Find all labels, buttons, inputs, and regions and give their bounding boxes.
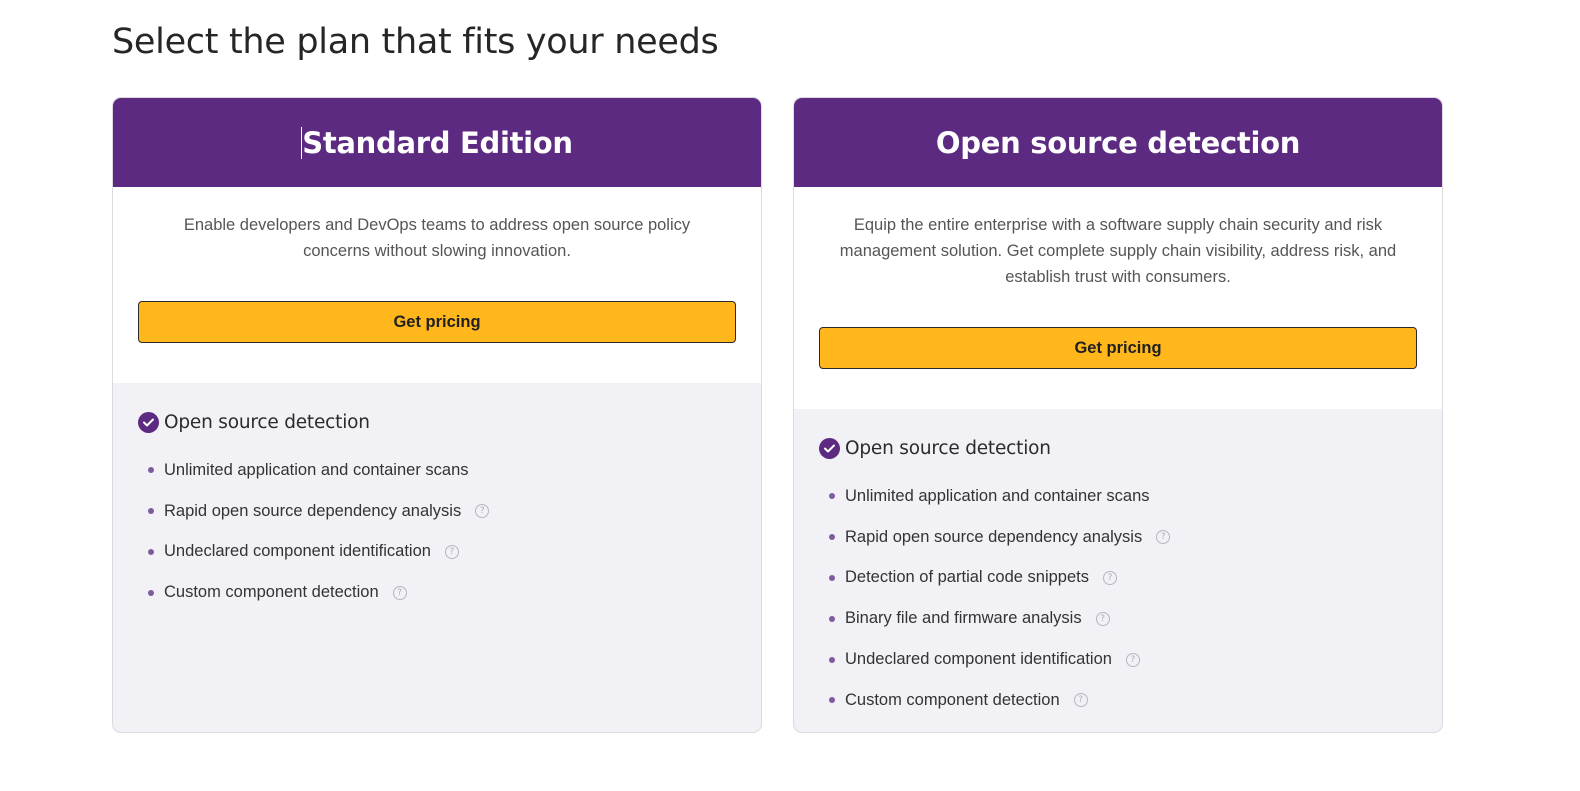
feature-item: Detection of partial code snippets ? [819,558,1417,599]
check-circle-icon [138,411,159,433]
page-title: Select the plan that fits your needs [112,22,719,62]
feature-item: Custom component detection ? [819,680,1417,721]
question-circle-icon[interactable]: ? [1095,611,1110,626]
bullet-dot [148,589,154,596]
plan-card-summary: Equip the entire enterprise with a softw… [794,187,1442,409]
feature-group-title: Open source detection [164,411,370,433]
feature-label: Rapid open source dependency analysis [164,501,462,520]
plan-card-header: Open source detection [794,98,1442,187]
question-circle-icon[interactable]: ? [1102,570,1117,585]
get-pricing-button[interactable]: Get pricing [138,301,736,343]
feature-label: Binary file and firmware analysis [845,609,1082,628]
plan-card-header: Standard Edition [113,98,761,187]
get-pricing-button[interactable]: Get pricing [819,327,1417,369]
feature-item: Rapid open source dependency analysis ? [138,491,736,532]
plan-card-standard-edition: Standard Edition Enable developers and D… [112,97,762,733]
feature-label: Undeclared component identification [164,542,431,561]
question-circle-icon[interactable]: ? [475,504,490,519]
feature-item: Undeclared component identification ? [819,639,1417,680]
feature-list: Unlimited application and container scan… [819,476,1417,721]
feature-item: Undeclared component identification ? [138,532,736,573]
bullet-dot [148,467,154,474]
feature-label: Unlimited application and container scan… [164,460,469,479]
question-circle-icon[interactable]: ? [392,585,407,600]
plan-card-summary: Enable developers and DevOps teams to ad… [113,187,761,383]
feature-item: Custom component detection ? [138,572,736,613]
plan-description: Equip the entire enterprise with a softw… [839,216,1397,286]
feature-label: Custom component detection [164,583,379,602]
bullet-dot [829,697,835,704]
feature-label: Detection of partial code snippets [845,568,1089,587]
feature-label: Rapid open source dependency analysis [845,527,1143,546]
bullet-dot [148,508,154,515]
bullet-dot [829,534,835,541]
question-circle-icon[interactable]: ? [1073,693,1088,708]
feature-list: Unlimited application and container scan… [138,450,736,613]
feature-item: Binary file and firmware analysis ? [819,598,1417,639]
plan-description: Enable developers and DevOps teams to ad… [183,216,691,260]
feature-section: Open source detection Unlimited applicat… [113,383,761,613]
bullet-dot [829,615,835,622]
feature-item: Unlimited application and container scan… [138,450,736,491]
check-circle-icon [819,437,840,459]
feature-label: Unlimited application and container scan… [845,486,1150,505]
bullet-dot [829,656,835,663]
feature-label: Custom component detection [845,690,1060,709]
feature-item: Rapid open source dependency analysis ? [819,517,1417,558]
question-circle-icon[interactable]: ? [444,544,459,559]
plan-card-open-source-detection: Open source detection Equip the entire e… [793,97,1443,733]
plan-title: Open source detection [935,125,1301,160]
plan-title: Standard Edition [302,125,573,160]
bullet-dot [829,574,835,581]
bullet-dot [829,493,835,500]
bullet-dot [148,548,154,555]
feature-group-heading: Open source detection [819,436,1417,460]
feature-label: Undeclared component identification [845,650,1112,669]
feature-section: Open source detection Unlimited applicat… [794,409,1442,721]
question-circle-icon[interactable]: ? [1156,530,1171,545]
feature-group-heading: Open source detection [138,410,736,434]
feature-item: Unlimited application and container scan… [819,476,1417,517]
feature-group-title: Open source detection [845,437,1051,459]
question-circle-icon[interactable]: ? [1125,652,1140,667]
